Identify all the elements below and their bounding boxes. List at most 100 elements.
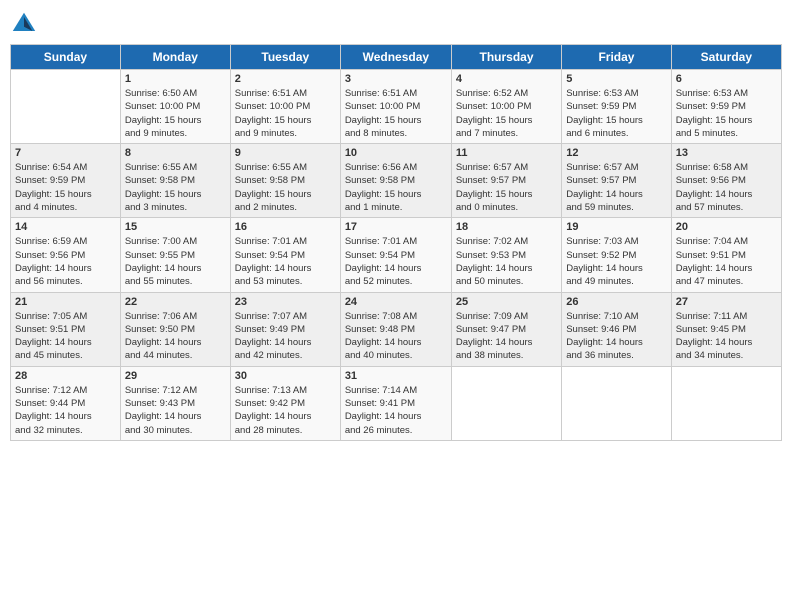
header-row: SundayMondayTuesdayWednesdayThursdayFrid… (11, 45, 782, 70)
day-info: Sunrise: 7:08 AM Sunset: 9:48 PM Dayligh… (345, 310, 447, 363)
calendar-header: SundayMondayTuesdayWednesdayThursdayFrid… (11, 45, 782, 70)
calendar-cell: 16Sunrise: 7:01 AM Sunset: 9:54 PM Dayli… (230, 218, 340, 292)
calendar-cell: 5 Sunrise: 6:53 AM Sunset: 9:59 PM Daylig… (562, 70, 671, 144)
calendar-cell: 23Sunrise: 7:07 AM Sunset: 9:49 PM Dayli… (230, 292, 340, 366)
day-info: Sunrise: 7:07 AM Sunset: 9:49 PM Dayligh… (235, 310, 336, 363)
calendar-cell: 21 Sunrise: 7:05 AM Sunset: 9:51 PM Dayli… (11, 292, 121, 366)
calendar-cell: 11Sunrise: 6:57 AM Sunset: 9:57 PM Dayli… (451, 144, 561, 218)
calendar-cell: 25 Sunrise: 7:09 AM Sunset: 9:47 PM Dayli… (451, 292, 561, 366)
day-number: 2 (235, 73, 336, 85)
day-info: Sunrise: 6:52 AM Sunset: 10:00 PM Daylig… (456, 87, 557, 140)
calendar-cell: 17 Sunrise: 7:01 AM Sunset: 9:54 PM Dayli… (340, 218, 451, 292)
day-info: Sunrise: 6:56 AM Sunset: 9:58 PM Dayligh… (345, 161, 447, 214)
day-info: Sunrise: 7:03 AM Sunset: 9:52 PM Dayligh… (566, 235, 666, 288)
day-info: Sunrise: 7:14 AM Sunset: 9:41 PM Dayligh… (345, 384, 447, 437)
calendar-cell: 30Sunrise: 7:13 AM Sunset: 9:42 PM Dayli… (230, 366, 340, 440)
calendar-cell: 29Sunrise: 7:12 AM Sunset: 9:43 PM Dayli… (120, 366, 230, 440)
calendar-cell: 22 Sunrise: 7:06 AM Sunset: 9:50 PM Dayli… (120, 292, 230, 366)
day-number: 14 (15, 221, 116, 233)
day-info: Sunrise: 6:57 AM Sunset: 9:57 PM Dayligh… (456, 161, 557, 214)
calendar-cell: 12 Sunrise: 6:57 AM Sunset: 9:57 PM Dayli… (562, 144, 671, 218)
calendar-cell: 14 Sunrise: 6:59 AM Sunset: 9:56 PM Dayli… (11, 218, 121, 292)
calendar-cell: 3 Sunrise: 6:51 AM Sunset: 10:00 PM Dayli… (340, 70, 451, 144)
day-number: 1 (125, 73, 226, 85)
calendar-cell: 15 Sunrise: 7:00 AM Sunset: 9:55 PM Dayli… (120, 218, 230, 292)
day-info: Sunrise: 7:05 AM Sunset: 9:51 PM Dayligh… (15, 310, 116, 363)
day-info: Sunrise: 6:58 AM Sunset: 9:56 PM Dayligh… (676, 161, 777, 214)
header-cell-friday: Friday (562, 45, 671, 70)
calendar-cell: 4 Sunrise: 6:52 AM Sunset: 10:00 PM Dayli… (451, 70, 561, 144)
calendar-cell: 2 Sunrise: 6:51 AM Sunset: 10:00 PM Dayli… (230, 70, 340, 144)
day-info: Sunrise: 6:55 AM Sunset: 9:58 PM Dayligh… (235, 161, 336, 214)
day-info: Sunrise: 7:11 AM Sunset: 9:45 PM Dayligh… (676, 310, 777, 363)
calendar-cell: 20 Sunrise: 7:04 AM Sunset: 9:51 PM Dayli… (671, 218, 781, 292)
day-number: 8 (125, 147, 226, 159)
day-number: 17 (345, 221, 447, 233)
calendar-cell: 31 Sunrise: 7:14 AM Sunset: 9:41 PM Dayli… (340, 366, 451, 440)
header-cell-monday: Monday (120, 45, 230, 70)
day-number: 9 (235, 147, 336, 159)
calendar-cell: 18Sunrise: 7:02 AM Sunset: 9:53 PM Dayli… (451, 218, 561, 292)
logo (10, 10, 40, 38)
calendar-week-2: 7Sunrise: 6:54 AM Sunset: 9:59 PM Daylig… (11, 144, 782, 218)
calendar-body: 1 Sunrise: 6:50 AM Sunset: 10:00 PM Dayli… (11, 70, 782, 441)
day-info: Sunrise: 6:53 AM Sunset: 9:59 PM Dayligh… (676, 87, 777, 140)
calendar-cell (11, 70, 121, 144)
calendar-cell: 7Sunrise: 6:54 AM Sunset: 9:59 PM Daylig… (11, 144, 121, 218)
day-number: 31 (345, 370, 447, 382)
day-number: 7 (15, 147, 116, 159)
day-info: Sunrise: 6:53 AM Sunset: 9:59 PM Dayligh… (566, 87, 666, 140)
day-info: Sunrise: 6:51 AM Sunset: 10:00 PM Daylig… (345, 87, 447, 140)
calendar-cell: 9 Sunrise: 6:55 AM Sunset: 9:58 PM Daylig… (230, 144, 340, 218)
day-number: 21 (15, 296, 116, 308)
day-info: Sunrise: 6:51 AM Sunset: 10:00 PM Daylig… (235, 87, 336, 140)
day-number: 3 (345, 73, 447, 85)
day-number: 25 (456, 296, 557, 308)
header-cell-sunday: Sunday (11, 45, 121, 70)
calendar-cell: 26 Sunrise: 7:10 AM Sunset: 9:46 PM Dayli… (562, 292, 671, 366)
calendar-cell: 1 Sunrise: 6:50 AM Sunset: 10:00 PM Dayli… (120, 70, 230, 144)
calendar-cell: 10 Sunrise: 6:56 AM Sunset: 9:58 PM Dayli… (340, 144, 451, 218)
day-number: 12 (566, 147, 666, 159)
day-number: 22 (125, 296, 226, 308)
calendar-cell (451, 366, 561, 440)
day-info: Sunrise: 7:04 AM Sunset: 9:51 PM Dayligh… (676, 235, 777, 288)
calendar-cell: 27 Sunrise: 7:11 AM Sunset: 9:45 PM Dayli… (671, 292, 781, 366)
calendar-cell: 28 Sunrise: 7:12 AM Sunset: 9:44 PM Dayli… (11, 366, 121, 440)
day-number: 28 (15, 370, 116, 382)
day-number: 4 (456, 73, 557, 85)
day-info: Sunrise: 6:55 AM Sunset: 9:58 PM Dayligh… (125, 161, 226, 214)
calendar-table: SundayMondayTuesdayWednesdayThursdayFrid… (10, 44, 782, 441)
day-number: 15 (125, 221, 226, 233)
day-info: Sunrise: 6:57 AM Sunset: 9:57 PM Dayligh… (566, 161, 666, 214)
day-info: Sunrise: 7:06 AM Sunset: 9:50 PM Dayligh… (125, 310, 226, 363)
day-info: Sunrise: 7:12 AM Sunset: 9:43 PM Dayligh… (125, 384, 226, 437)
calendar-week-4: 21 Sunrise: 7:05 AM Sunset: 9:51 PM Dayli… (11, 292, 782, 366)
day-number: 27 (676, 296, 777, 308)
day-info: Sunrise: 6:59 AM Sunset: 9:56 PM Dayligh… (15, 235, 116, 288)
day-info: Sunrise: 6:50 AM Sunset: 10:00 PM Daylig… (125, 87, 226, 140)
day-info: Sunrise: 7:01 AM Sunset: 9:54 PM Dayligh… (235, 235, 336, 288)
day-number: 20 (676, 221, 777, 233)
day-info: Sunrise: 7:10 AM Sunset: 9:46 PM Dayligh… (566, 310, 666, 363)
page-header (10, 10, 782, 38)
calendar-week-5: 28 Sunrise: 7:12 AM Sunset: 9:44 PM Dayli… (11, 366, 782, 440)
day-info: Sunrise: 7:01 AM Sunset: 9:54 PM Dayligh… (345, 235, 447, 288)
day-number: 26 (566, 296, 666, 308)
day-number: 19 (566, 221, 666, 233)
calendar-cell: 6Sunrise: 6:53 AM Sunset: 9:59 PM Daylig… (671, 70, 781, 144)
calendar-week-3: 14 Sunrise: 6:59 AM Sunset: 9:56 PM Dayli… (11, 218, 782, 292)
day-number: 10 (345, 147, 447, 159)
day-info: Sunrise: 7:02 AM Sunset: 9:53 PM Dayligh… (456, 235, 557, 288)
calendar-cell (562, 366, 671, 440)
day-info: Sunrise: 7:00 AM Sunset: 9:55 PM Dayligh… (125, 235, 226, 288)
header-cell-thursday: Thursday (451, 45, 561, 70)
day-info: Sunrise: 7:12 AM Sunset: 9:44 PM Dayligh… (15, 384, 116, 437)
calendar-cell: 8 Sunrise: 6:55 AM Sunset: 9:58 PM Daylig… (120, 144, 230, 218)
day-info: Sunrise: 7:09 AM Sunset: 9:47 PM Dayligh… (456, 310, 557, 363)
calendar-cell: 13 Sunrise: 6:58 AM Sunset: 9:56 PM Dayli… (671, 144, 781, 218)
day-number: 13 (676, 147, 777, 159)
day-info: Sunrise: 7:13 AM Sunset: 9:42 PM Dayligh… (235, 384, 336, 437)
day-number: 5 (566, 73, 666, 85)
header-cell-saturday: Saturday (671, 45, 781, 70)
